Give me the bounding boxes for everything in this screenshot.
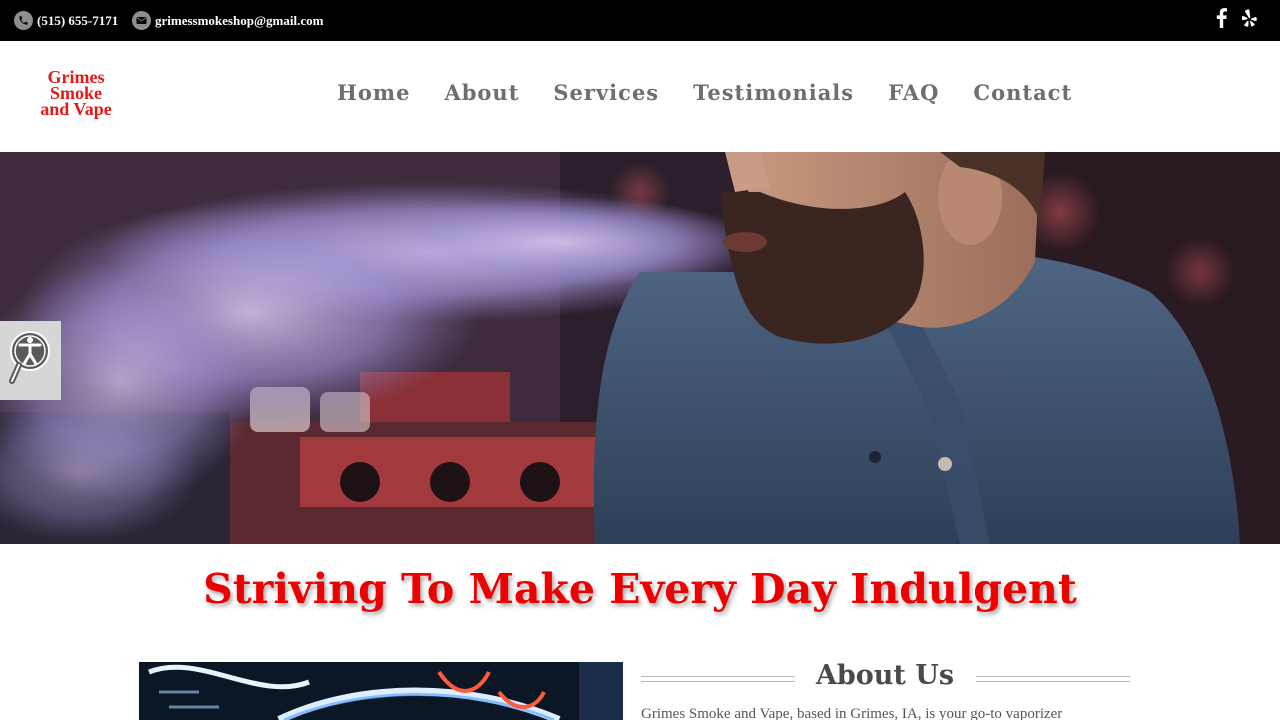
nav-contact[interactable]: Contact xyxy=(973,79,1072,107)
phone-icon xyxy=(14,11,33,30)
site-logo[interactable]: Grimes Smoke and Vape xyxy=(26,68,126,119)
site-header: Grimes Smoke and Vape Home About Service… xyxy=(0,41,1280,152)
accessibility-widget-button[interactable] xyxy=(0,321,61,400)
about-title-rule-right xyxy=(976,676,1130,682)
facebook-icon[interactable] xyxy=(1213,7,1229,29)
envelope-icon xyxy=(132,11,151,30)
email-link[interactable]: grimessmokeshop@gmail.com xyxy=(132,10,323,31)
about-title-rule-left xyxy=(641,676,795,682)
hero-image xyxy=(0,152,1280,544)
nav-testimonials[interactable]: Testimonials xyxy=(693,79,854,107)
phone-number[interactable]: (515) 655-7171 xyxy=(37,13,118,29)
accessibility-icon xyxy=(9,331,50,384)
yelp-icon[interactable] xyxy=(1239,7,1257,29)
nav-home[interactable]: Home xyxy=(337,79,410,107)
about-title: About Us xyxy=(815,660,955,691)
page-headline: Striving To Make Every Day Indulgent xyxy=(203,565,1077,613)
about-text: Grimes Smoke and Vape, based in Grimes, … xyxy=(641,706,1063,720)
phone-link[interactable]: (515) 655-7171 xyxy=(14,10,118,31)
main-nav: Home About Services Testimonials FAQ Con… xyxy=(337,79,1072,107)
nav-services[interactable]: Services xyxy=(553,79,659,107)
top-bar: (515) 655-7171 grimessmokeshop@gmail.com xyxy=(0,0,1280,41)
about-image xyxy=(139,662,623,720)
email-address[interactable]: grimessmokeshop@gmail.com xyxy=(155,13,323,29)
nav-about[interactable]: About xyxy=(444,79,519,107)
logo-line-3: and Vape xyxy=(40,99,112,119)
nav-faq[interactable]: FAQ xyxy=(888,79,939,107)
